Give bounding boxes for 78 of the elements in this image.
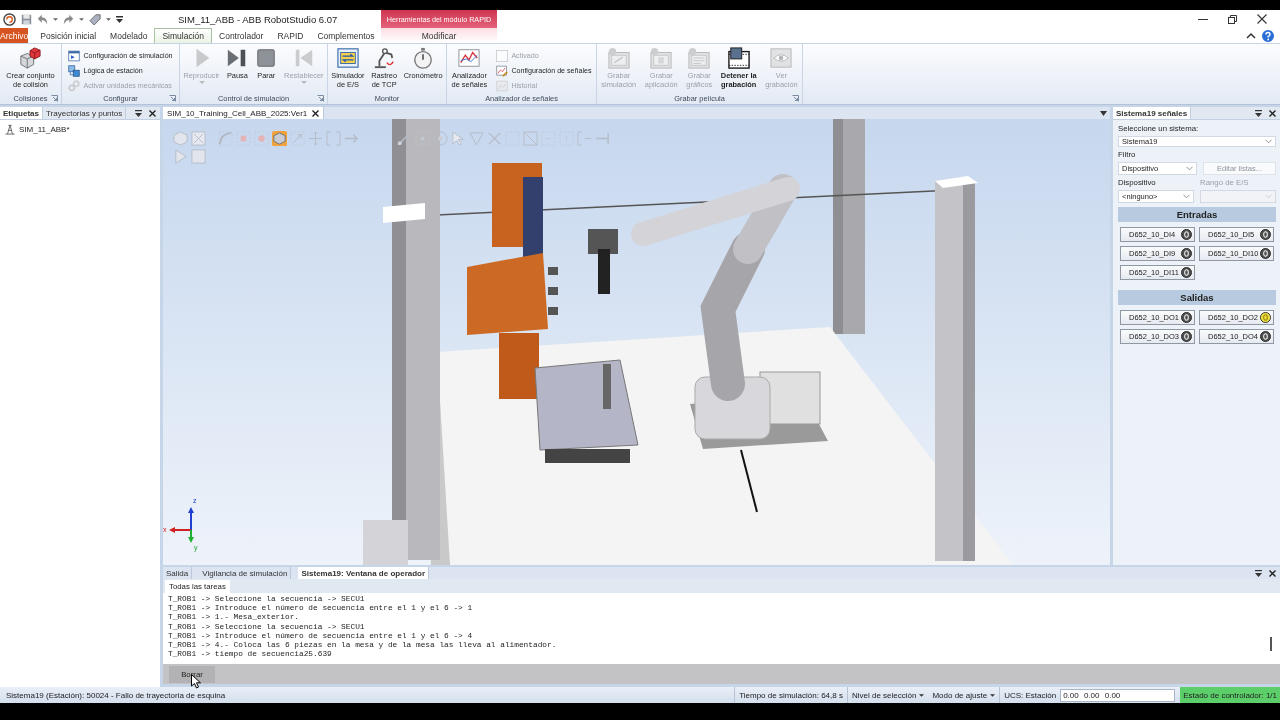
selection-level-dropdown[interactable]: Nivel de selección — [846, 687, 929, 703]
status-message: Sistema19 (Estación): 50024 - Fallo de trayectoria de esquina — [5, 690, 226, 700]
ribbon-tab[interactable]: Posición inicial — [33, 28, 104, 43]
chevron-down-icon — [1265, 139, 1272, 144]
panel-tab[interactable]: Sistema19: Ventana de operador — [298, 567, 430, 579]
caret-icon[interactable] — [53, 17, 58, 21]
tree-item[interactable]: SIM_11_ABB* — [5, 123, 155, 135]
station-icon — [5, 123, 15, 135]
expand-icon[interactable] — [191, 131, 206, 146]
stop-recording-icon — [727, 47, 750, 69]
caret-icon[interactable] — [79, 17, 84, 21]
ribbon-tab[interactable]: RAPID — [270, 28, 311, 43]
panel-tab[interactable]: Sistema19 señales — [1113, 107, 1192, 119]
document-tab[interactable]: SIM_10_Training_Cell_ABB_2025:Ver1 — [163, 107, 325, 119]
film-icon — [607, 47, 630, 69]
ribbon-tab[interactable]: Modelado — [103, 28, 155, 43]
eraser-icon[interactable] — [89, 13, 101, 25]
gears-icon — [68, 80, 81, 92]
ribbon-tab[interactable]: Controlador — [212, 28, 271, 43]
chevron-up-icon[interactable] — [1246, 32, 1256, 39]
undo-icon[interactable] — [37, 13, 48, 25]
coordinates-field[interactable]: 0.00 0.00 0.00 — [1060, 688, 1176, 702]
caret-icon[interactable] — [1255, 109, 1262, 117]
close-icon[interactable] — [149, 109, 156, 117]
simulation-time: Tiempo de simulación: 64,8 s — [734, 687, 847, 703]
cubes-icon — [19, 47, 42, 69]
history-chart-icon — [496, 80, 509, 92]
save-icon[interactable] — [21, 13, 32, 25]
close-icon[interactable] — [312, 109, 320, 117]
restore-icon[interactable] — [1228, 14, 1237, 24]
film-icon — [688, 47, 711, 69]
cursor-arrow-icon[interactable] — [451, 131, 466, 146]
help-icon[interactable] — [1262, 29, 1274, 42]
caret-icon — [990, 693, 996, 697]
dialog-launcher-icon[interactable] — [169, 95, 176, 102]
section-header: Entradas — [1118, 207, 1276, 222]
chevron-down-icon — [1183, 194, 1190, 199]
app-logo-icon[interactable] — [3, 12, 16, 26]
window-title: SIM_11_ABB - ABB RobotStudio 6.07 — [178, 13, 338, 25]
close-icon[interactable] — [1269, 109, 1276, 117]
chevron-down-icon — [1186, 166, 1193, 171]
caret-icon — [919, 693, 925, 697]
io-panel-icon — [336, 47, 359, 69]
cable-line — [740, 449, 758, 513]
dialog-launcher-icon[interactable] — [317, 95, 324, 102]
file-tab[interactable]: Archivo — [0, 28, 29, 43]
scrollbar-thumb[interactable] — [1270, 637, 1272, 651]
minimize-icon[interactable] — [1198, 18, 1208, 20]
line-chart-icon — [458, 47, 481, 69]
caret-icon[interactable] — [135, 109, 142, 117]
ribbon-tab[interactable]: Modificar — [381, 28, 497, 43]
redo-icon[interactable] — [63, 13, 74, 25]
section-header: Salidas — [1118, 290, 1276, 305]
close-icon[interactable] — [1257, 14, 1267, 24]
panel-tab[interactable]: Trayectorias y puntos — [43, 107, 127, 119]
logic-blocks-icon — [68, 65, 81, 77]
diagonal-line-icon[interactable] — [397, 131, 412, 146]
chevron-down-icon — [1265, 194, 1272, 199]
film-icon — [650, 47, 673, 69]
dialog-launcher-icon[interactable] — [792, 95, 799, 102]
base-block — [363, 520, 408, 565]
chart-pencil-icon — [496, 65, 509, 77]
controller-status: Estado de controlador: 1/1 — [1180, 687, 1280, 703]
ribbon-tab[interactable]: Complementos — [310, 28, 382, 43]
robot-arm-icon — [373, 47, 396, 69]
stopwatch-icon — [412, 47, 435, 69]
stop-icon — [255, 47, 278, 69]
snap-mode-dropdown[interactable]: Modo de ajuste — [928, 687, 1000, 703]
dialog-launcher-icon[interactable] — [51, 95, 58, 102]
caret-icon[interactable] — [1100, 109, 1107, 117]
customize-icon[interactable] — [116, 15, 123, 23]
film-eye-icon — [770, 47, 793, 69]
panel-tab[interactable]: Etiquetas — [0, 107, 43, 119]
caret-icon[interactable] — [106, 17, 111, 21]
cube-tool-icon[interactable] — [272, 131, 287, 146]
caret-icon[interactable] — [1255, 569, 1262, 577]
ribbon-tab[interactable]: Simulación — [154, 28, 212, 43]
close-icon[interactable] — [1269, 569, 1276, 577]
